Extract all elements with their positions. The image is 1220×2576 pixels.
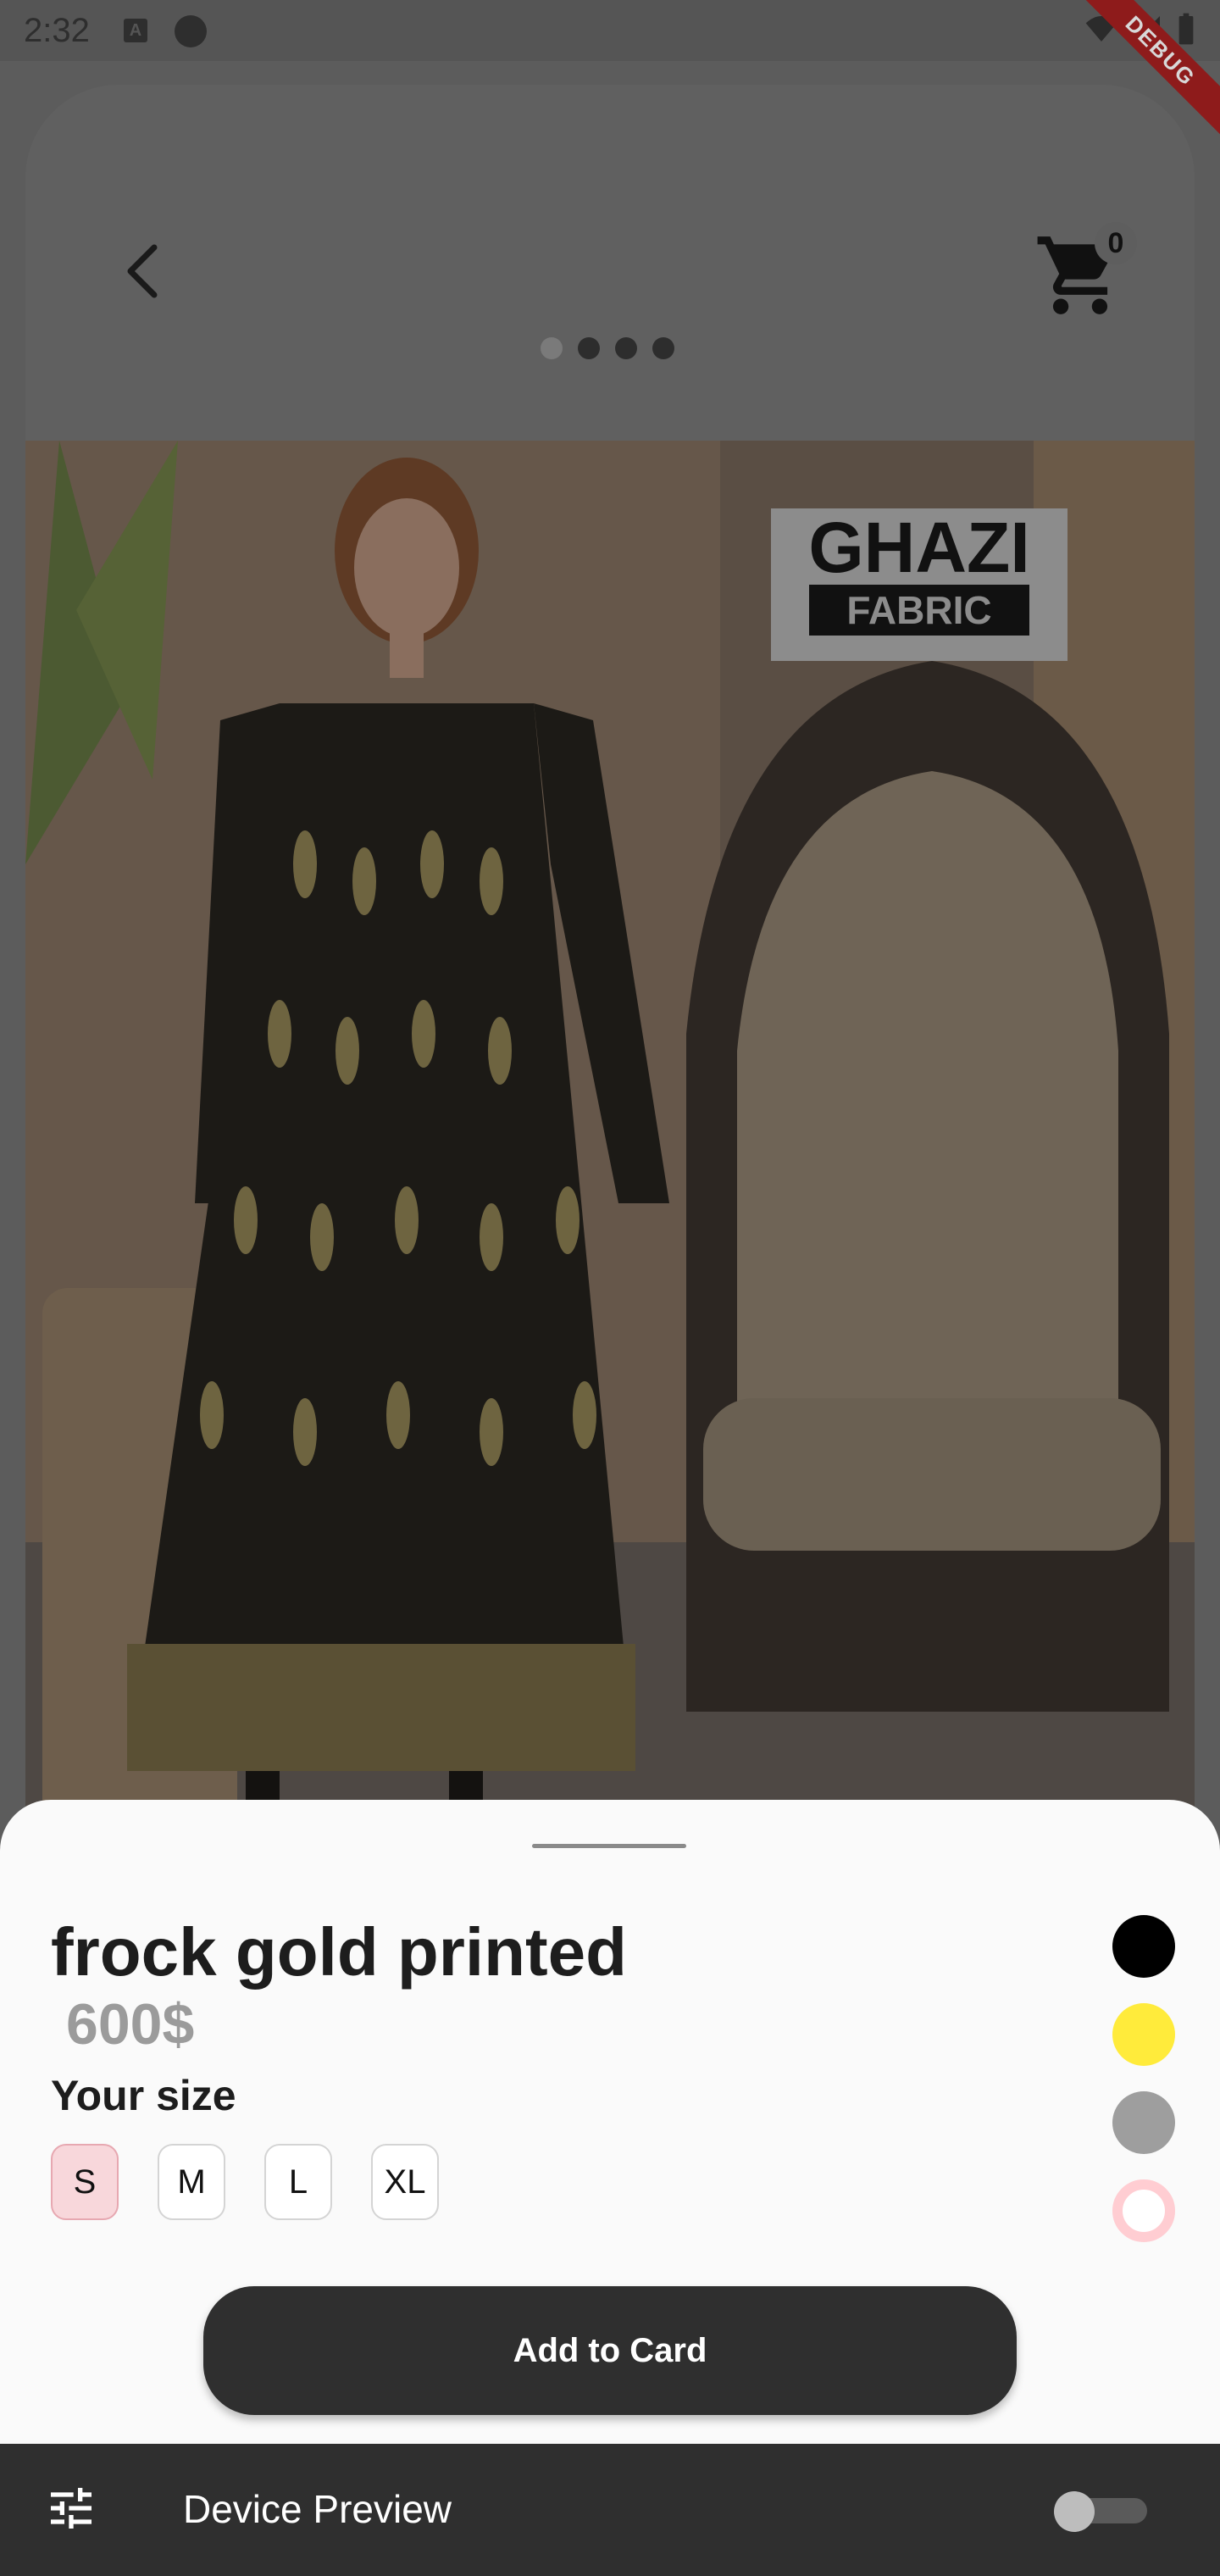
color-option-pink[interactable]	[1112, 2179, 1175, 2242]
a-notification-icon: A	[124, 19, 147, 42]
device-preview-label: Device Preview	[183, 2487, 452, 2531]
product-title: frock gold printed	[51, 1914, 627, 1990]
color-option-grey[interactable]	[1112, 2091, 1175, 2154]
cart-count-badge: 0	[1095, 222, 1137, 264]
size-heading: Your size	[51, 2072, 236, 2119]
back-arrow-icon[interactable]	[110, 237, 178, 305]
product-image[interactable]: GHAZI FABRIC	[25, 441, 1195, 1949]
brand-logo-text: GHAZI	[808, 508, 1029, 587]
page-dot[interactable]	[615, 337, 637, 359]
toggle-thumb	[1054, 2491, 1095, 2532]
color-option-yellow[interactable]	[1112, 2003, 1175, 2066]
status-time: 2:32	[24, 12, 90, 49]
product-photo: GHAZI FABRIC	[25, 441, 1195, 1949]
tune-icon[interactable]	[44, 2481, 98, 2535]
color-option-black[interactable]	[1112, 1915, 1175, 1978]
status-bar: 2:32 A	[0, 0, 1220, 61]
product-details-sheet: frock gold printed 600$ Your size S M L …	[0, 1800, 1220, 2444]
page-dot[interactable]	[652, 337, 674, 359]
size-option-xl[interactable]: XL	[371, 2144, 439, 2220]
device-preview-bar: Device Preview	[0, 2444, 1220, 2576]
page-dot[interactable]	[541, 337, 563, 359]
brand-logo-subtext: FABRIC	[846, 588, 991, 632]
color-selector	[1112, 1915, 1175, 2242]
app-notification-icon	[175, 15, 207, 47]
battery-icon	[1178, 13, 1194, 45]
product-price: 600$	[66, 1992, 195, 2057]
size-option-m[interactable]: M	[158, 2144, 225, 2220]
page-dot[interactable]	[578, 337, 600, 359]
size-option-l[interactable]: L	[264, 2144, 332, 2220]
size-selector: S M L XL	[51, 2144, 439, 2220]
device-preview-toggle[interactable]	[1054, 2491, 1147, 2532]
product-header: 0	[25, 85, 1195, 441]
app-screen: 0 GHAZI FABRIC	[25, 85, 1195, 1949]
add-to-cart-button[interactable]: Add to Card	[203, 2286, 1017, 2415]
sheet-drag-handle[interactable]	[532, 1844, 686, 1848]
size-option-s[interactable]: S	[51, 2144, 119, 2220]
image-page-indicator	[541, 337, 674, 359]
